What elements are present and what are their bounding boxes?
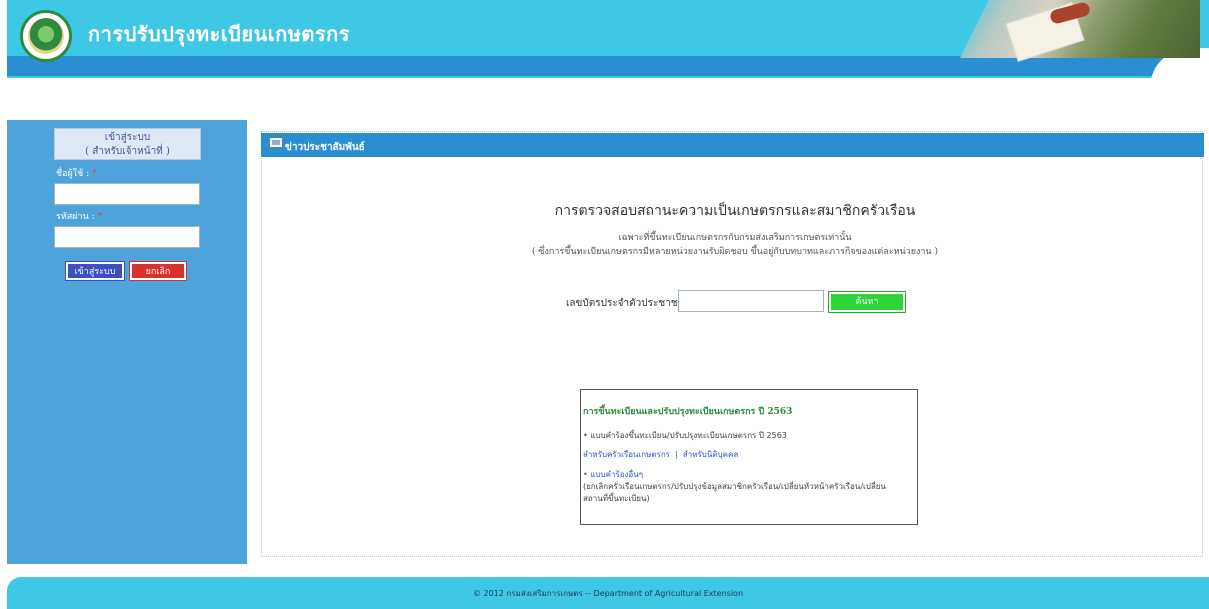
news-header-bar	[261, 133, 1204, 157]
header-band	[7, 56, 1187, 76]
newspaper-icon	[269, 137, 283, 148]
registration-info-box: การขึ้นทะเบียนและปรับปรุงทะเบียนเกษตรกร …	[580, 389, 918, 525]
news-title: ข่าวประชาสัมพันธ์	[285, 142, 365, 153]
other-forms-link[interactable]: • แบบคำร้องอื่นๆ	[583, 469, 917, 481]
site-title: การปรับปรุงทะเบียนเกษตรกร	[88, 22, 350, 46]
login-button[interactable]: เข้าสู่ระบบ	[65, 261, 125, 281]
link-separator: |	[675, 450, 678, 459]
other-forms-desc-cont: สถานที่ขึ้นทะเบียน)	[583, 494, 650, 503]
username-field[interactable]	[54, 183, 200, 205]
footer-copyright: © 2012 กรมส่งเสริมการเกษตร -- Department…	[472, 589, 744, 598]
search-button[interactable]: ค้นหา	[828, 291, 906, 313]
password-label: รหัสผ่าน : *	[56, 212, 103, 222]
national-id-field[interactable]	[678, 290, 824, 312]
form-links: สำหรับครัวเรือนเกษตรกร | สำหรับนิติบุคคล	[583, 442, 917, 461]
juristic-form-link[interactable]: สำหรับนิติบุคคล	[683, 450, 738, 459]
department-seal-icon[interactable]	[20, 10, 72, 62]
other-forms-desc: (ยกเลิกครัวเรือนเกษตรกร/ปรับปรุงข้อมูลสม…	[583, 482, 886, 491]
form-2563-line: • แบบคำร้องขึ้นทะเบียน/ปรับปรุงทะเบียนเก…	[583, 431, 787, 440]
username-label-text: ชื่อผู้ใช้	[56, 169, 84, 179]
required-mark: *	[92, 169, 97, 179]
login-title-line1: เข้าสู่ระบบ	[104, 132, 151, 143]
login-title-line2: ( สำหรับเจ้าหน้าที่ )	[85, 146, 170, 157]
username-label: ชื่อผู้ใช้ : *	[56, 169, 97, 179]
household-form-link[interactable]: สำหรับครัวเรือนเกษตรกร	[583, 450, 670, 459]
status-check-note: เฉพาะที่ขึ้นทะเบียนเกษตรกรกับกรมส่งเสริม…	[618, 233, 852, 243]
required-mark: *	[97, 212, 103, 222]
site-footer: © 2012 กรมส่งเสริมการเกษตร -- Department…	[7, 577, 1209, 609]
seal-emblem	[28, 18, 64, 54]
password-label-text: รหัสผ่าน	[56, 212, 89, 222]
national-id-label: เลขบัตรประจำตัวประชาชน:	[566, 298, 688, 309]
cancel-button[interactable]: ยกเลิก	[129, 261, 187, 281]
password-field[interactable]	[54, 226, 200, 248]
status-check-note-detail: ( ซึ่งการขึ้นทะเบียนเกษตรกรมีหลายหน่วยงา…	[532, 247, 938, 257]
login-box-title: เข้าสู่ระบบ ( สำหรับเจ้าหน้าที่ )	[54, 128, 201, 160]
info-heading: การขึ้นทะเบียนและปรับปรุงทะเบียนเกษตรกร …	[583, 407, 793, 417]
status-check-title: การตรวจสอบสถานะความเป็นเกษตรกรและสมาชิกค…	[554, 203, 916, 219]
